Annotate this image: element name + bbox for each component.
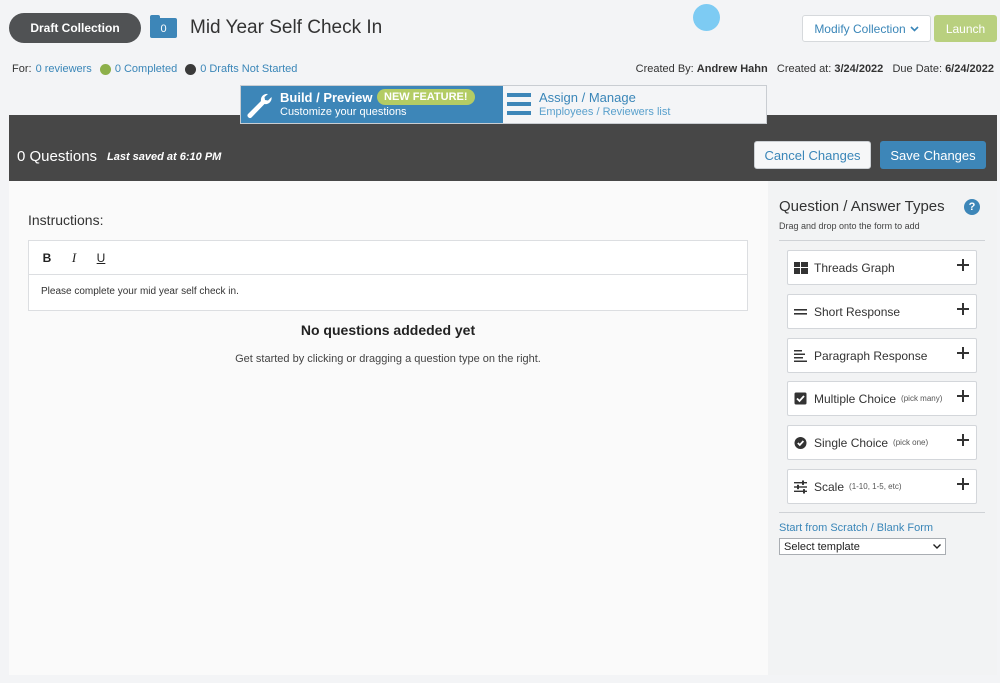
question-type-single-choice[interactable]: Single Choice (pick one) <box>787 425 977 460</box>
empty-state-subtitle: Get started by clicking or dragging a qu… <box>235 353 541 365</box>
sliders-icon <box>794 480 807 493</box>
instructions-editor: B I U Please complete your mid year self… <box>28 240 748 311</box>
folder-count: 0 <box>160 23 167 35</box>
question-type-label: Scale <box>814 479 845 494</box>
completed-link[interactable]: 0 Completed <box>115 63 177 75</box>
question-type-label: Short Response <box>814 304 901 319</box>
question-type-short-response[interactable]: Short Response <box>787 294 977 329</box>
question-type-label: Paragraph Response <box>814 348 928 363</box>
new-feature-badge: NEW FEATURE! <box>377 89 475 105</box>
question-type-hint: (1-10, 1-5, etc) <box>849 482 902 491</box>
grid-icon <box>794 261 808 274</box>
cancel-changes-button[interactable]: Cancel Changes <box>754 141 871 169</box>
question-type-hint: (pick many) <box>901 394 943 403</box>
draft-collection-button[interactable]: Draft Collection <box>9 13 141 43</box>
question-type-label: Single Choice <box>814 435 889 450</box>
tab-build-subtitle: Customize your questions <box>280 106 407 118</box>
start-from-scratch-link[interactable]: Start from Scratch / Blank Form <box>779 522 933 534</box>
paragraph-icon <box>794 349 807 362</box>
question-type-scale[interactable]: Scale (1-10, 1-5, etc) <box>787 469 977 504</box>
list-icon <box>507 93 531 115</box>
plus-icon[interactable] <box>957 347 969 359</box>
chevron-down-icon <box>910 25 919 32</box>
tab-build-preview[interactable]: Build / Preview NEW FEATURE! Customize y… <box>241 86 503 123</box>
question-type-hint: (pick one) <box>893 438 929 447</box>
plus-icon[interactable] <box>957 390 969 402</box>
empty-state-title: No questions addeded yet <box>300 322 476 338</box>
tab-assign-manage[interactable]: Assign / Manage Employees / Reviewers li… <box>503 86 766 123</box>
sidebar-subtitle: Drag and drop onto the form to add <box>779 221 920 231</box>
question-type-label: Multiple Choice <box>814 391 897 406</box>
created-by-label: Created By: <box>635 63 694 75</box>
modify-collection-button[interactable]: Modify Collection <box>802 15 931 42</box>
question-type-threads-graph[interactable]: Threads Graph <box>787 250 977 285</box>
short-lines-icon <box>794 308 807 315</box>
template-select[interactable]: Select template <box>779 538 946 555</box>
mode-tabs: Build / Preview NEW FEATURE! Customize y… <box>240 85 767 124</box>
bold-button[interactable]: B <box>42 251 52 265</box>
launch-button[interactable]: Launch <box>934 15 997 42</box>
question-type-multiple-choice[interactable]: Multiple Choice (pick many) <box>787 381 977 416</box>
plus-icon[interactable] <box>957 434 969 446</box>
folder-icon[interactable]: 0 <box>150 15 177 38</box>
plus-icon[interactable] <box>957 478 969 490</box>
plus-icon[interactable] <box>957 259 969 271</box>
question-type-label: Threads Graph <box>814 260 895 275</box>
last-saved: Last saved at 6:10 PM <box>107 151 222 163</box>
drafts-dot-icon <box>185 63 197 75</box>
drafts-link[interactable]: 0 Drafts Not Started <box>200 63 297 75</box>
chevron-down-icon <box>933 544 941 549</box>
due-date-label: Due Date: <box>892 63 942 75</box>
created-at-value: 3/24/2022 <box>834 63 884 75</box>
editor-toolbar: B I U <box>29 241 747 275</box>
tab-assign-subtitle: Employees / Reviewers list <box>539 106 671 118</box>
wrench-icon <box>247 93 272 118</box>
sidebar-title: Question / Answer Types <box>779 198 945 215</box>
question-count: 0 Questions <box>17 148 98 165</box>
collection-meta: Created By: Andrew Hahn Created at: 3/24… <box>636 63 994 75</box>
instructions-label: Instructions: <box>28 212 104 228</box>
template-select-value: Select template <box>784 540 860 553</box>
help-icon[interactable]: ? <box>964 199 980 215</box>
underline-button[interactable]: U <box>96 251 106 265</box>
divider <box>779 240 985 241</box>
collection-stats: For: 0 reviewers 0 Completed 0 Drafts No… <box>12 63 297 75</box>
created-by-value: Andrew Hahn <box>696 63 768 75</box>
checkbox-icon <box>794 392 807 404</box>
modify-collection-label: Modify Collection <box>814 21 906 36</box>
cursor-indicator <box>693 4 720 31</box>
instructions-text-area[interactable]: Please complete your mid year self check… <box>29 275 747 308</box>
italic-button[interactable]: I <box>69 250 79 266</box>
page-title: Mid Year Self Check In <box>190 17 383 38</box>
completed-dot-icon <box>99 63 111 75</box>
tab-build-title: Build / Preview <box>280 90 373 105</box>
plus-icon[interactable] <box>957 303 969 315</box>
reviewers-link[interactable]: 0 reviewers <box>36 63 92 75</box>
tab-assign-title: Assign / Manage <box>539 90 636 105</box>
created-at-label: Created at: <box>776 63 832 75</box>
question-type-paragraph-response[interactable]: Paragraph Response <box>787 338 977 373</box>
check-circle-icon <box>794 436 807 449</box>
divider <box>779 512 985 513</box>
due-date-value: 6/24/2022 <box>945 63 994 75</box>
save-changes-button[interactable]: Save Changes <box>880 141 986 169</box>
for-label: For: <box>12 63 32 75</box>
